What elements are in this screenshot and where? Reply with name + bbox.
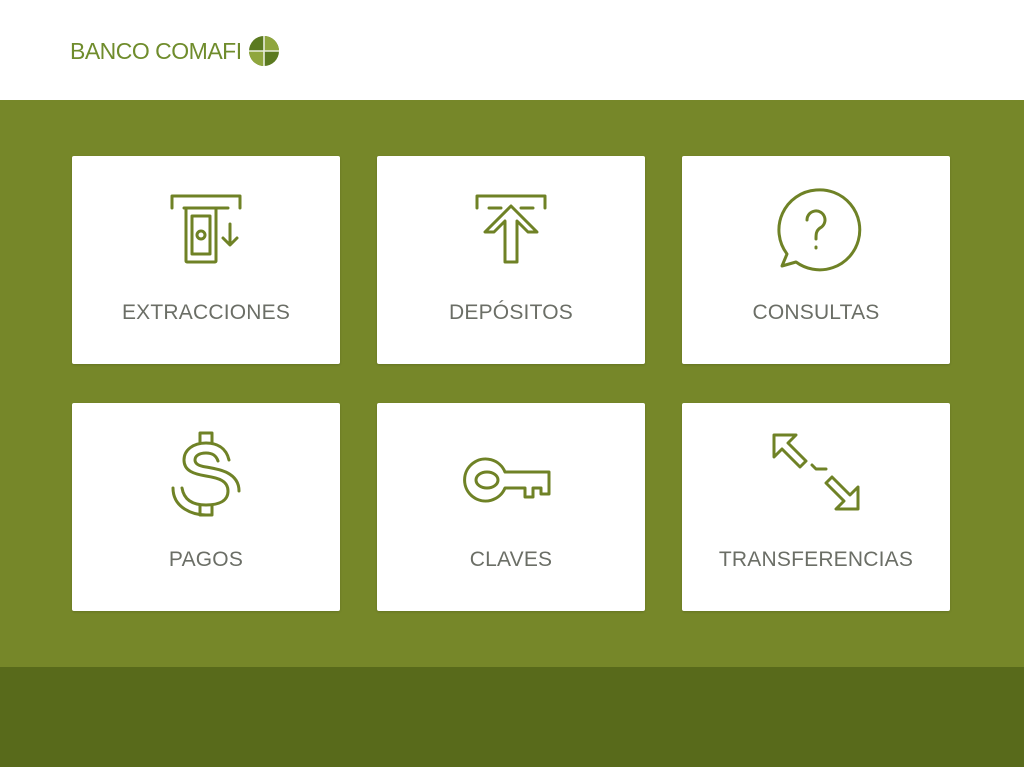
claves-label: CLAVES [469, 548, 553, 571]
transferencias-button[interactable]: TRANSFERENCIAS [682, 403, 950, 611]
transferencias-label: TRANSFERENCIAS [718, 548, 914, 571]
pagos-label: PAGOS [168, 548, 244, 571]
pagos-button[interactable]: PAGOS [72, 403, 340, 611]
consultas-label: CONSULTAS [752, 301, 880, 324]
consultas-button[interactable]: CONSULTAS [682, 156, 950, 364]
brand-name: BANCO COMAFI [70, 37, 242, 64]
extracciones-label: EXTRACCIONES [121, 301, 291, 324]
dollar-sign-icon [156, 431, 256, 521]
brand-logo-group: BANCO COMAFI [70, 34, 280, 68]
claves-button[interactable]: CLAVES [377, 403, 645, 611]
depositos-label: DEPÓSITOS [449, 301, 573, 324]
extracciones-button[interactable]: EXTRACCIONES [72, 156, 340, 364]
deposit-arrow-icon [461, 184, 561, 274]
footer-bar [0, 667, 1024, 767]
transfer-arrows-icon [766, 431, 866, 521]
cash-withdrawal-icon [156, 184, 256, 274]
depositos-button[interactable]: DEPÓSITOS [377, 156, 645, 364]
question-bubble-icon [766, 184, 866, 274]
key-icon [461, 431, 561, 521]
header: BANCO COMAFI [0, 0, 1024, 100]
comafi-globe-logo [248, 36, 279, 66]
